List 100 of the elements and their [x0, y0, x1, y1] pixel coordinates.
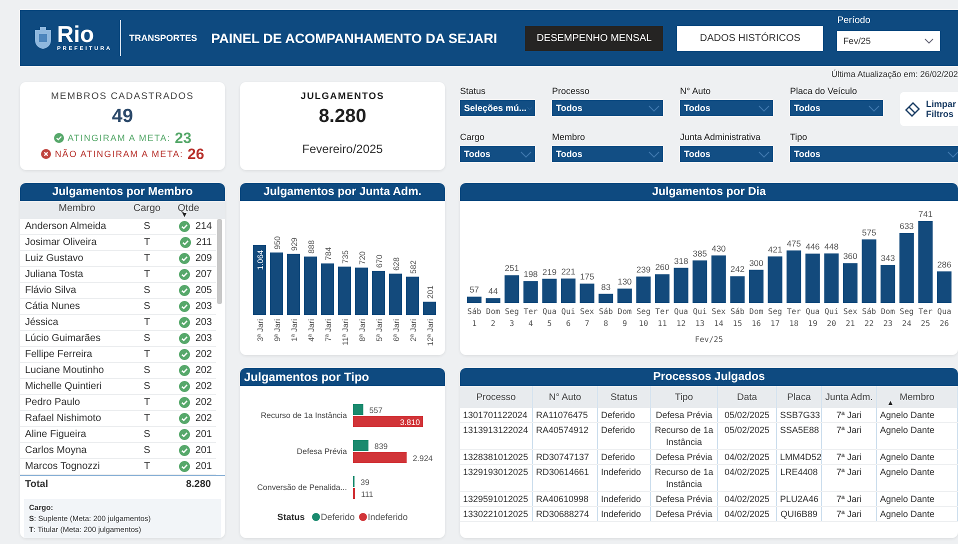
- table-cell: Agnelo Dante: [876, 422, 958, 450]
- table-cell: Deferido: [598, 422, 650, 450]
- bar-value: 3.810: [399, 418, 420, 427]
- judgment-count: 201: [195, 461, 212, 472]
- judgment-count: 202: [195, 349, 212, 360]
- table-cell: 1313913122024: [460, 422, 532, 450]
- panel-title: Julgamentos por Tipo: [240, 368, 445, 386]
- bar-value: 318: [674, 256, 688, 266]
- period-text: Fevereiro/2025: [302, 142, 383, 156]
- member-role: S: [142, 284, 152, 298]
- members-count: 49: [112, 106, 134, 128]
- member-role: T: [142, 236, 152, 250]
- total-value: 8.280: [186, 479, 211, 491]
- met-goal-count: 23: [174, 130, 192, 146]
- table-cell: 1329591012025: [460, 492, 532, 506]
- filter-dropdown[interactable]: Todos: [552, 100, 663, 116]
- axis-label: 8ª Jari: [358, 319, 366, 342]
- met-goal-label: ATINGIRAM A META:: [68, 133, 171, 143]
- member-role: S: [142, 444, 152, 458]
- period-dropdown[interactable]: Fev/25: [837, 31, 940, 51]
- page-tab[interactable]: DESEMPENHO MENSAL: [525, 26, 664, 50]
- column-header[interactable]: Cargo: [129, 203, 165, 214]
- judgment-count: 202: [195, 397, 212, 408]
- member-name: Josimar Oliveira: [24, 236, 98, 250]
- bar-value: 2.924: [412, 454, 432, 463]
- dashboard-title: PAINEL DE ACOMPANHAMENTO DA SEJARI: [211, 30, 498, 46]
- table-cell: Defesa Prévia: [650, 506, 718, 522]
- judgment-count: 211: [196, 237, 212, 248]
- bar-value: 111: [360, 490, 373, 499]
- filter-dropdown[interactable]: Todos: [790, 146, 958, 162]
- axis-label: 1ª Jari: [290, 319, 298, 342]
- column-header[interactable]: Processo: [460, 386, 532, 408]
- bar-value: 557: [368, 406, 382, 415]
- card-title: JULGAMENTOS: [300, 91, 384, 102]
- table-cell: PLU2A46: [776, 492, 822, 506]
- table-cell: RD30688274: [532, 506, 598, 522]
- axis-label: 9ª Jari: [272, 319, 282, 342]
- table-cell: Indeferido: [598, 506, 650, 522]
- column-header[interactable]: Membro: [20, 203, 129, 214]
- bar-value: 735: [340, 250, 350, 264]
- period-label: Período: [837, 15, 872, 26]
- axis-label: 3ª Jari: [256, 319, 264, 342]
- table-cell: SSA5E88: [776, 422, 822, 450]
- bar-value: 582: [408, 260, 418, 274]
- filter-label: Processo: [552, 86, 591, 96]
- member-name: Lúcio Guimarães: [24, 332, 102, 346]
- bar-value: 839: [374, 442, 388, 451]
- judgment-count: 203: [195, 317, 212, 328]
- table-cell: QUI6B89: [776, 506, 822, 522]
- bar-value: 784: [324, 247, 332, 260]
- column-header[interactable]: Placa: [776, 386, 822, 408]
- bar-value: 198: [524, 269, 538, 280]
- legend-label: Indeferido: [368, 512, 408, 522]
- axis-label: 2ª Jari: [408, 319, 418, 342]
- table-cell: 04/02/2025: [718, 492, 776, 506]
- bar-value: 720: [358, 251, 366, 265]
- filter-dropdown[interactable]: Seleções mú...: [460, 100, 535, 116]
- filter-dropdown[interactable]: Todos: [680, 146, 773, 162]
- table-cell: 04/02/2025: [718, 506, 776, 522]
- table-cell: 1329193012025: [460, 464, 532, 492]
- member-name: Anderson Almeida: [24, 220, 108, 234]
- axis-label: 11ª Jari: [340, 319, 350, 346]
- bar-value: 260: [655, 262, 670, 272]
- judgment-count: 201: [195, 445, 212, 456]
- filter-dropdown[interactable]: Todos: [680, 100, 773, 116]
- member-name: Pedro Paulo: [24, 396, 82, 410]
- panel-title: Julgamentos por Membro: [20, 183, 225, 201]
- member-name: Juliana Tosta: [24, 268, 84, 282]
- axis-label: Defesa Prévia: [296, 447, 346, 456]
- column-header[interactable]: Data: [718, 386, 776, 408]
- bar-value: 385: [692, 248, 707, 258]
- bar-value: 57: [470, 284, 480, 295]
- bar-value: 286: [937, 259, 952, 270]
- bar-value: 888: [306, 240, 316, 254]
- card-title: MEMBROS CADASTRADOS: [50, 91, 194, 102]
- column-header[interactable]: Tipo: [650, 386, 718, 408]
- column-header[interactable]: Status: [598, 386, 650, 408]
- bar-value: 44: [488, 286, 498, 296]
- axis-label: Conversão de Penalida...: [256, 483, 346, 492]
- axis-label: 4ª Jari: [306, 319, 316, 342]
- legend-title: Status: [277, 512, 305, 522]
- clear-filters-button[interactable]: Limpar Filtros: [900, 92, 958, 126]
- column-header[interactable]: Junta Adm.: [822, 386, 876, 408]
- bar-value: 201: [426, 285, 434, 299]
- filter-dropdown[interactable]: Todos: [790, 100, 883, 116]
- bar-value: 39: [360, 478, 369, 487]
- filter-dropdown[interactable]: Todos: [460, 146, 535, 162]
- bar-value: 633: [900, 220, 914, 231]
- column-header[interactable]: N° Auto: [532, 386, 598, 408]
- judgment-count: 205: [195, 285, 212, 296]
- axis-label: 7ª Jari: [324, 319, 332, 342]
- bar-value: 1.064: [256, 250, 264, 270]
- last-update-text: Última Atualização em: 26/02/202: [831, 69, 958, 79]
- bar-value: 628: [392, 257, 400, 271]
- member-role: T: [142, 396, 152, 410]
- table-cell: Deferido: [598, 408, 650, 422]
- page-tab[interactable]: DADOS HISTÓRICOS: [677, 26, 824, 50]
- member-name: Michelle Quintieri: [24, 380, 103, 394]
- member-role: T: [142, 316, 152, 330]
- filter-dropdown[interactable]: Todos: [552, 146, 663, 162]
